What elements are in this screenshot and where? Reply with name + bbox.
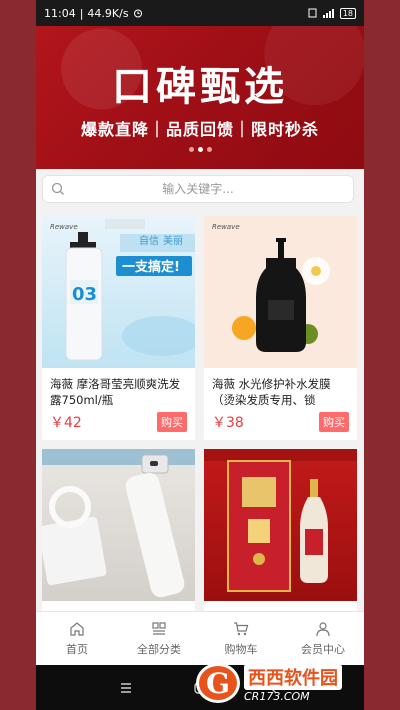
product-image: Rewave — [204, 216, 357, 368]
sim-icon — [308, 8, 317, 18]
menu-icon[interactable] — [119, 682, 133, 694]
tab-label: 首页 — [66, 642, 88, 656]
svg-text:一支搞定!: 一支搞定! — [122, 259, 180, 275]
product-name: 海薇 摩洛哥莹亮顺爽洗发露750ml/瓶 #01ZZSC213 — [50, 377, 181, 407]
category-icon — [152, 621, 166, 635]
banner-subtitle: 爆款直降｜品质回馈｜限时秒杀 — [80, 120, 319, 139]
svg-text:自信: 自信 — [139, 234, 159, 247]
product-name — [42, 601, 195, 611]
cart-icon — [234, 621, 249, 635]
tab-member[interactable]: 会员中心 — [282, 612, 364, 665]
product-image — [204, 449, 357, 601]
product-card[interactable] — [204, 449, 357, 611]
product-price: ￥38 — [212, 415, 244, 431]
product-price: ￥42 — [50, 415, 82, 431]
site-watermark: G 西西软件园 CR173.COM — [196, 662, 386, 704]
svg-text:Rewave: Rewave — [50, 223, 78, 231]
watermark-logo: G — [196, 663, 240, 703]
tab-label: 全部分类 — [137, 642, 181, 656]
product-card[interactable]: 自信 美丽 一支搞定! 03 Rewave 海薇 摩洛哥莹亮顺爽洗发露750ml… — [42, 216, 195, 440]
tab-label: 会员中心 — [301, 642, 345, 656]
buy-button[interactable]: 购买 — [157, 412, 187, 432]
phone-screen: 11:04 | 44.9K/s 18 口碑甄选 爆款直降｜品质回馈｜限时秒杀 输… — [36, 0, 364, 710]
battery-icon: 18 — [339, 7, 356, 19]
search-box[interactable] — [42, 175, 354, 203]
product-name: 海薇 水光修护补水发膜（烫染发质专用、锁色、... — [212, 377, 331, 407]
product-image — [42, 449, 195, 601]
banner-dot[interactable] — [197, 147, 203, 152]
hair-mask-bottle-image: Rewave — [212, 223, 330, 352]
buy-button[interactable]: 购买 — [319, 412, 349, 432]
status-time: 11:04 — [44, 6, 76, 20]
tab-categories[interactable]: 全部分类 — [118, 612, 200, 665]
product-card[interactable]: Rewave 海薇 水光修护补水发膜（烫染发质专用、锁色、... ￥38 购买 — [204, 216, 357, 440]
banner-pagination — [36, 147, 364, 152]
shampoo-bottle-image: 自信 美丽 一支搞定! 03 Rewave — [50, 219, 195, 361]
product-image: 自信 美丽 一支搞定! 03 Rewave — [42, 216, 195, 368]
home-icon — [70, 621, 84, 636]
search-bar — [36, 169, 364, 211]
tab-home[interactable]: 首页 — [36, 612, 118, 665]
alarm-icon — [133, 9, 142, 18]
thermos-image — [42, 449, 195, 598]
search-icon — [43, 175, 73, 203]
promo-banner[interactable]: 口碑甄选 爆款直降｜品质回馈｜限时秒杀 — [36, 26, 364, 169]
liquor-bottle-image — [204, 449, 357, 592]
banner-title: 口碑甄选 — [112, 63, 288, 110]
svg-text:美丽: 美丽 — [163, 234, 183, 247]
signal-icon — [322, 8, 334, 18]
tab-label: 购物车 — [224, 642, 258, 656]
user-icon — [316, 621, 330, 636]
svg-text:Rewave: Rewave — [212, 223, 240, 231]
product-grid: 自信 美丽 一支搞定! 03 Rewave 海薇 摩洛哥莹亮顺爽洗发露750ml… — [36, 211, 364, 611]
banner-dot[interactable] — [188, 147, 194, 152]
tab-cart[interactable]: 购物车 — [200, 612, 282, 665]
bottom-tab-bar: 首页 全部分类 购物车 会员中心 — [36, 611, 364, 665]
watermark-name: 西西软件园 — [244, 663, 342, 690]
search-input[interactable] — [73, 176, 353, 202]
watermark-url: CR173.COM — [244, 689, 310, 703]
product-name — [204, 601, 357, 611]
product-card[interactable] — [42, 449, 195, 611]
svg-text:03: 03 — [72, 284, 97, 305]
network-speed: 44.9K/s — [87, 6, 129, 20]
banner-dot[interactable] — [206, 147, 212, 152]
status-bar: 11:04 | 44.9K/s 18 — [36, 0, 364, 26]
